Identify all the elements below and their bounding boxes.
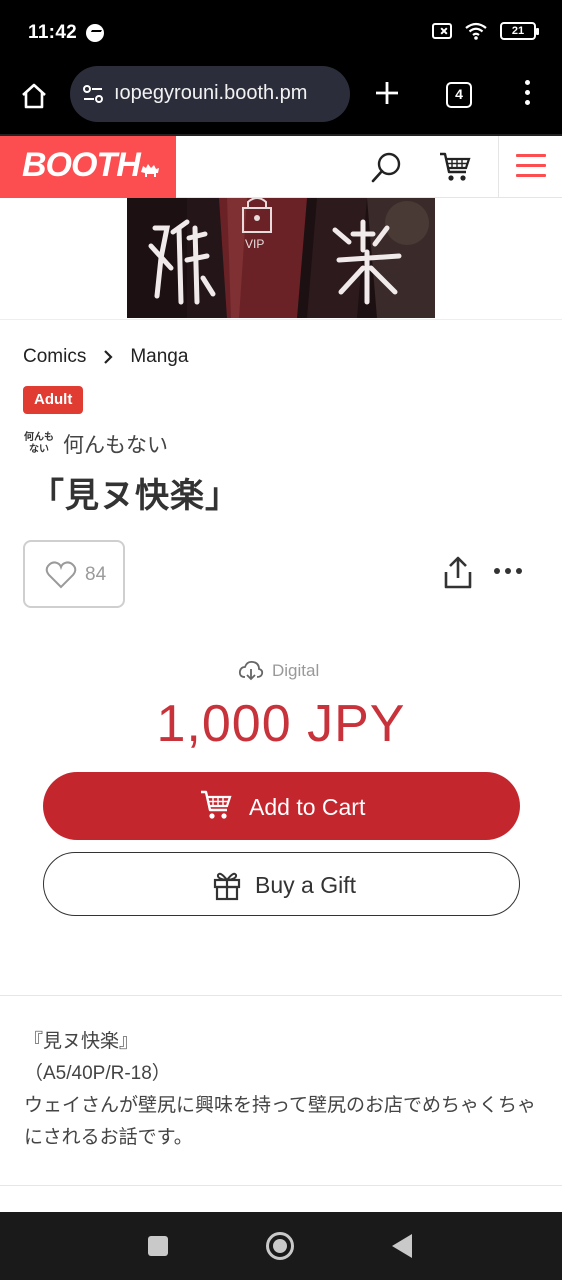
recent-apps-button[interactable] bbox=[148, 1236, 168, 1256]
home-icon[interactable] bbox=[20, 82, 48, 110]
header-divider bbox=[498, 136, 499, 198]
cart-icon[interactable] bbox=[438, 150, 472, 184]
status-icons: 21 bbox=[432, 22, 539, 40]
url-text[interactable]: ıopegyrouni.booth.pm bbox=[114, 82, 344, 105]
camel-icon bbox=[141, 164, 159, 177]
buy-gift-label: Buy a Gift bbox=[255, 872, 356, 898]
product-title: 「見ヌ快楽」 bbox=[30, 477, 240, 515]
chevron-right-icon bbox=[104, 350, 113, 364]
hamburger-icon[interactable] bbox=[516, 154, 546, 178]
svg-text:VIP: VIP bbox=[245, 237, 264, 251]
wifi-icon bbox=[465, 22, 487, 40]
add-to-cart-label: Add to Cart bbox=[249, 794, 366, 820]
messenger-icon bbox=[86, 24, 104, 42]
booth-logo[interactable]: BOOTH bbox=[0, 136, 176, 198]
tune-icon[interactable] bbox=[82, 84, 104, 104]
cloud-download-icon bbox=[238, 660, 264, 681]
product-image-area: VIP bbox=[0, 198, 562, 320]
back-button[interactable] bbox=[392, 1234, 412, 1258]
adult-badge: Adult bbox=[23, 386, 84, 414]
battery-indicator: 21 bbox=[500, 22, 539, 40]
breadcrumb-comics[interactable]: Comics bbox=[23, 346, 86, 368]
browser-menu-icon[interactable] bbox=[520, 80, 534, 108]
delivery-label: Digital bbox=[272, 661, 320, 680]
status-bar: 11:42 21 bbox=[0, 0, 562, 62]
shop-name[interactable]: 何んもない bbox=[63, 429, 168, 459]
product-image[interactable]: VIP bbox=[127, 198, 435, 318]
tab-switcher-button[interactable]: 4 bbox=[446, 82, 472, 108]
more-horizontal-icon[interactable] bbox=[494, 568, 524, 578]
browser-toolbar: ıopegyrouni.booth.pm 4 bbox=[0, 62, 562, 134]
breadcrumb-manga[interactable]: Manga bbox=[130, 346, 188, 368]
description-line: ウェイさんが壁尻に興味を持って壁尻のお店でめちゃくちゃにされるお話です。 bbox=[24, 1095, 537, 1148]
heart-icon bbox=[45, 561, 77, 589]
delivery-type: Digital bbox=[238, 660, 319, 682]
add-to-cart-button[interactable]: Add to Cart bbox=[43, 772, 520, 840]
home-button[interactable] bbox=[266, 1232, 294, 1260]
cover-artwork: VIP bbox=[127, 198, 435, 318]
divider bbox=[0, 1185, 562, 1186]
logo-text: BOOTH bbox=[22, 146, 141, 184]
plus-icon[interactable] bbox=[374, 80, 400, 106]
shop-link[interactable]: 何んも ない 何んもない bbox=[23, 428, 168, 460]
product-description: 『見ヌ快楽』 （A5/40P/R-18） ウェイさんが壁尻に興味を持って壁尻のお… bbox=[24, 1026, 544, 1154]
status-time: 11:42 bbox=[28, 22, 78, 43]
divider bbox=[0, 995, 562, 996]
search-icon[interactable] bbox=[370, 150, 404, 184]
like-count: 84 bbox=[85, 564, 107, 585]
description-line: 『見ヌ快楽』 bbox=[24, 1031, 139, 1052]
gift-icon bbox=[213, 872, 241, 901]
site-header: BOOTH bbox=[0, 134, 562, 198]
url-bar[interactable]: ıopegyrouni.booth.pm bbox=[70, 66, 350, 122]
description-line: （A5/40P/R-18） bbox=[24, 1063, 171, 1084]
buy-gift-button[interactable]: Buy a Gift bbox=[43, 852, 520, 916]
shop-avatar[interactable]: 何んも ない bbox=[23, 428, 55, 460]
system-nav-bar bbox=[0, 1212, 562, 1280]
product-price: 1,000 JPY bbox=[156, 695, 406, 753]
breadcrumb: Comics Manga bbox=[23, 346, 188, 368]
like-button[interactable]: 84 bbox=[23, 540, 125, 608]
no-sim-icon bbox=[432, 23, 452, 39]
share-icon[interactable] bbox=[442, 556, 474, 590]
cart-icon bbox=[201, 790, 232, 819]
